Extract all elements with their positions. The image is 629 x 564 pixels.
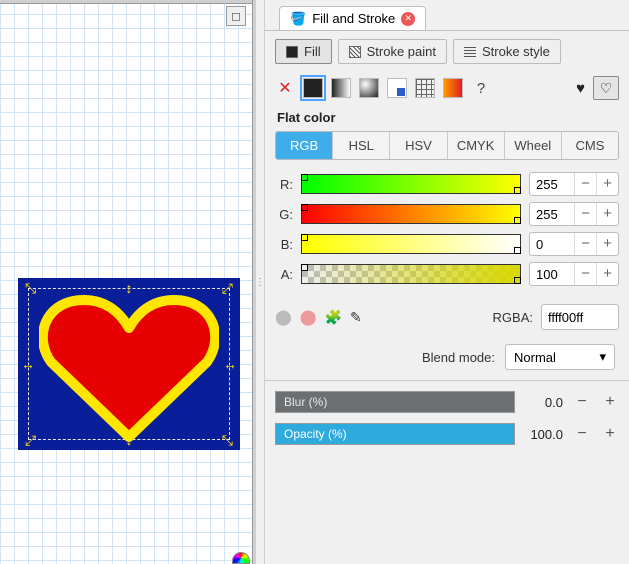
fs-tabs: Fill Stroke paint Stroke style <box>275 39 619 64</box>
flat-color-label: Flat color <box>277 110 619 125</box>
r-plus[interactable]: + <box>596 173 618 195</box>
handle-e[interactable]: ↔ <box>223 357 237 371</box>
opacity-minus[interactable]: − <box>573 425 591 443</box>
unknown-paint-button[interactable]: ? <box>471 80 491 97</box>
blur-value: 0.0 <box>525 395 563 410</box>
fill-stroke-panel: 🪣 Fill and Stroke ✕ Fill Stroke paint St… <box>264 0 629 564</box>
b-plus[interactable]: + <box>596 233 618 255</box>
mode-hsv[interactable]: HSV <box>390 132 447 159</box>
ruler-top <box>0 0 256 4</box>
dock-tab-label: Fill and Stroke <box>312 11 395 26</box>
tab-strokestyle-label: Stroke style <box>482 44 550 59</box>
g-input[interactable] <box>530 207 574 222</box>
a-minus[interactable]: − <box>574 263 596 285</box>
g-label: G: <box>275 207 293 222</box>
a-label: A: <box>275 267 293 282</box>
mode-wheel[interactable]: Wheel <box>505 132 562 159</box>
paint-type-row: ✕ ? ♥ ♡ <box>275 76 619 100</box>
blend-mode-select[interactable]: Normal ▾ <box>505 344 615 370</box>
b-input[interactable] <box>530 237 574 252</box>
eyedropper-icon[interactable]: ✎ <box>350 309 362 326</box>
canvas-area[interactable]: ◻ ↕ ↕ ↔ ↔ ⤡ ⤢ ⤢ ⤡ <box>0 0 256 564</box>
heart-shape[interactable] <box>39 292 219 442</box>
chevron-down-icon: ▾ <box>599 349 606 365</box>
a-slider[interactable] <box>301 264 521 284</box>
flat-color-button[interactable] <box>303 78 323 98</box>
handle-se[interactable]: ⤡ <box>222 433 233 447</box>
paintbucket-icon: 🪣 <box>290 11 306 27</box>
zoom-page-button[interactable]: ◻ <box>226 6 246 26</box>
swatch-button[interactable] <box>443 78 463 98</box>
selection-bounds[interactable]: ↕ ↕ ↔ ↔ ⤡ ⤢ ⤢ ⤡ <box>28 288 230 440</box>
tab-fill[interactable]: Fill <box>275 39 332 64</box>
rgba-label: RGBA: <box>493 310 533 325</box>
linear-gradient-button[interactable] <box>331 78 351 98</box>
tab-stroke-paint[interactable]: Stroke paint <box>338 39 447 64</box>
opacity-value: 100.0 <box>525 427 563 442</box>
r-input[interactable] <box>530 177 574 192</box>
fill-swatch-icon <box>286 46 298 58</box>
pattern-button[interactable] <box>387 78 407 98</box>
radial-gradient-button[interactable] <box>359 78 379 98</box>
g-slider[interactable] <box>301 204 521 224</box>
close-icon[interactable]: ✕ <box>401 12 415 26</box>
mesh-button[interactable] <box>415 78 435 98</box>
wheel-icon[interactable]: ⬤ <box>300 308 317 326</box>
b-label: B: <box>275 237 293 252</box>
tab-fill-label: Fill <box>304 44 321 59</box>
handle-sw[interactable]: ⤢ <box>25 433 36 447</box>
opacity-bar-label: Opacity (%) <box>284 427 347 441</box>
separator <box>265 380 629 381</box>
heart-fill-icon[interactable]: ♥ <box>576 80 585 97</box>
b-slider[interactable] <box>301 234 521 254</box>
mode-cmyk[interactable]: CMYK <box>448 132 505 159</box>
no-paint-button[interactable]: ✕ <box>275 78 295 98</box>
lines-icon <box>464 47 476 57</box>
opacity-plus[interactable]: + <box>601 425 619 443</box>
a-input[interactable] <box>530 267 574 282</box>
tab-strokepaint-label: Stroke paint <box>367 44 436 59</box>
heart-outline-button[interactable]: ♡ <box>593 76 619 100</box>
manage-profiles-icon[interactable]: ⬤ <box>275 308 292 326</box>
r-slider[interactable] <box>301 174 521 194</box>
b-minus[interactable]: − <box>574 233 596 255</box>
color-indicator[interactable] <box>232 552 250 564</box>
r-label: R: <box>275 177 293 192</box>
handle-w[interactable]: ↔ <box>21 357 35 371</box>
color-mode-tabs: RGB HSL HSV CMYK Wheel CMS <box>275 131 619 160</box>
mode-rgb[interactable]: RGB <box>276 132 333 159</box>
mode-cms[interactable]: CMS <box>562 132 618 159</box>
blur-slider[interactable]: Blur (%) <box>275 391 515 413</box>
artboard[interactable]: ↕ ↕ ↔ ↔ ⤡ ⤢ ⤢ ⤡ <box>18 278 240 450</box>
tab-stroke-style[interactable]: Stroke style <box>453 39 561 64</box>
dock-tab-fill-stroke[interactable]: 🪣 Fill and Stroke ✕ <box>279 6 426 30</box>
blend-value: Normal <box>514 350 556 365</box>
blur-minus[interactable]: − <box>573 393 591 411</box>
opacity-slider[interactable]: Opacity (%) <box>275 423 515 445</box>
r-minus[interactable]: − <box>574 173 596 195</box>
g-minus[interactable]: − <box>574 203 596 225</box>
stroke-swatch-icon <box>349 46 361 58</box>
handle-nw[interactable]: ⤡ <box>25 281 36 295</box>
rgba-input[interactable] <box>541 304 619 330</box>
a-plus[interactable]: + <box>596 263 618 285</box>
g-plus[interactable]: + <box>596 203 618 225</box>
mode-hsl[interactable]: HSL <box>333 132 390 159</box>
puzzle-icon[interactable]: 🧩 <box>325 309 342 326</box>
blur-plus[interactable]: + <box>601 393 619 411</box>
panel-drag-handle[interactable]: ⋮ <box>256 0 264 564</box>
ruler-right <box>252 0 256 564</box>
blur-bar-label: Blur (%) <box>284 395 327 409</box>
handle-ne[interactable]: ⤢ <box>222 281 233 295</box>
blend-label: Blend mode: <box>422 350 495 365</box>
